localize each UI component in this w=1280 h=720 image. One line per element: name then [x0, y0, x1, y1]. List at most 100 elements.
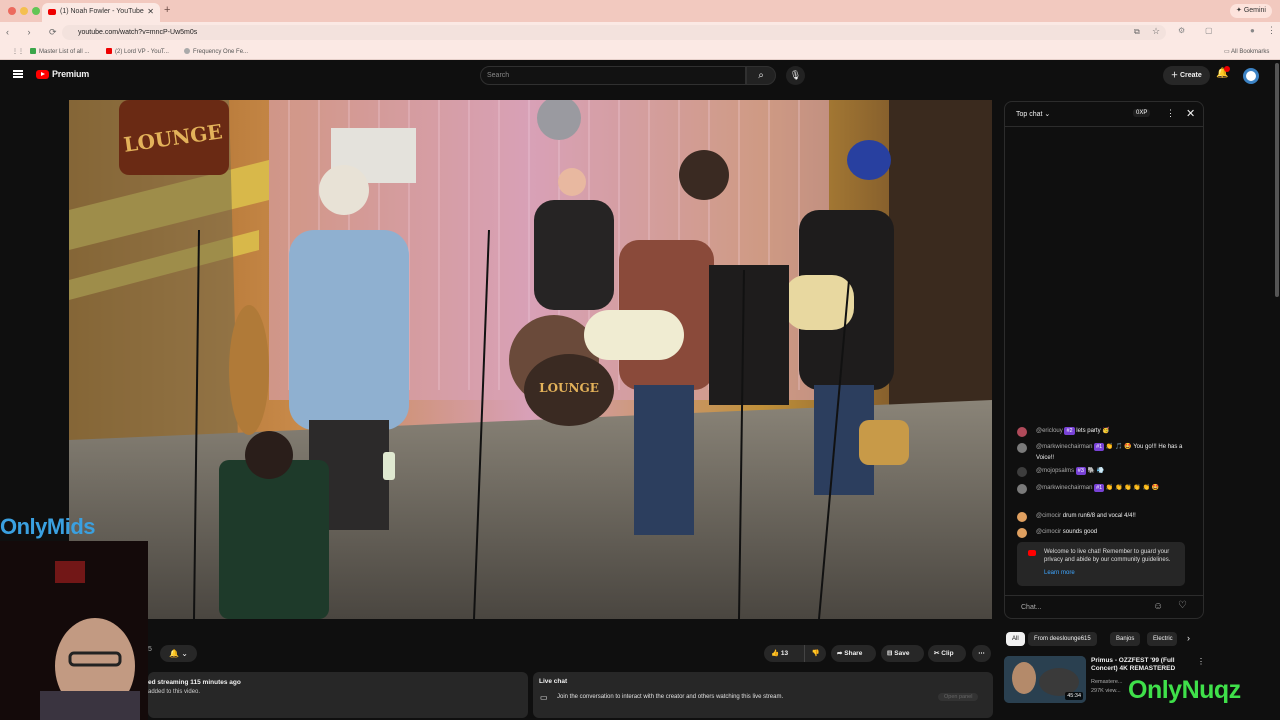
learn-more-link[interactable]: Learn more [1044, 570, 1075, 576]
microphone-icon: 🎙 [789, 70, 802, 80]
browser-menu-icon[interactable]: ⋮ [1267, 25, 1276, 36]
heart-icon[interactable]: ♡ [1178, 600, 1187, 611]
subscriber-count: 5 [148, 646, 152, 653]
all-bookmarks[interactable]: ▭ All Bookmarks [1224, 48, 1269, 55]
chip-all[interactable]: All [1006, 632, 1025, 646]
browser-tab-bar: (1) Noah Fowler - YouTube ✕ + ✦ Gemini [0, 0, 1280, 22]
notification-badge [1224, 66, 1230, 72]
chip-banjos[interactable]: Banjos [1110, 632, 1141, 646]
subscription-bell-button[interactable]: 🔔 ⌄ [160, 645, 197, 662]
share-button[interactable]: ➦ Share [831, 645, 876, 662]
chat-icon: ▭ [540, 693, 548, 702]
globe-icon [184, 48, 190, 54]
bookmark-item[interactable]: Frequency One Fe... [184, 48, 248, 55]
avatar [1017, 528, 1027, 538]
chat-message: @markwinechairman #1 👏 👏 👏 👏 👏 🤩 [1017, 483, 1197, 494]
video-player[interactable]: LOUNGE LOUNGE [69, 100, 992, 619]
recommended-thumbnail[interactable]: 45:34 [1004, 656, 1086, 703]
youtube-icon [106, 48, 112, 54]
search-button[interactable]: ⌕ [746, 66, 776, 85]
chat-input[interactable]: Chat... ☺ ♡ [1005, 595, 1203, 619]
dislike-button[interactable]: 👎 [804, 645, 826, 662]
close-window-button[interactable] [8, 7, 16, 15]
profile-icon[interactable]: ● [1250, 26, 1255, 35]
chevron-down-icon: ⌄ [181, 649, 188, 658]
apps-icon[interactable]: ⋮⋮ [12, 48, 24, 55]
chip-electric[interactable]: Electric [1147, 632, 1177, 646]
chat-message: @mojopsalms #3 🐘 💨 [1017, 466, 1197, 477]
thumbs-up-icon: 👍 [771, 650, 780, 657]
voice-search-button[interactable]: 🎙 [786, 66, 805, 85]
url-field[interactable]: youtube.com/watch?v=mncP-Uw5m0s [62, 25, 1166, 40]
save-button[interactable]: ⊟ Save [881, 645, 924, 662]
url-text: youtube.com/watch?v=mncP-Uw5m0s [78, 29, 198, 36]
like-button[interactable]: 👍 13 [764, 645, 804, 662]
avatar [1017, 467, 1027, 477]
rank-badge: #2 [1064, 427, 1075, 435]
live-chat-description: Join the conversation to interact with t… [557, 694, 784, 700]
search-input[interactable]: Search [480, 66, 746, 85]
youtube-header: Premium Search ⌕ 🎙 ＋ Create 🔔 [0, 61, 1280, 91]
sidepanel-icon[interactable]: ▢ [1205, 26, 1213, 35]
lounge-sign: LOUNGE [119, 100, 229, 175]
tab-title: (1) Noah Fowler - YouTube [60, 8, 144, 15]
video-frame: LOUNGE LOUNGE [69, 100, 992, 619]
emoji-icon[interactable]: ☺ [1153, 601, 1163, 612]
chip-from-channel[interactable]: From deeslounge615 [1028, 632, 1097, 646]
new-tab-button[interactable]: + [164, 4, 170, 16]
bell-icon: 🔔 [169, 649, 180, 658]
chat-header: Top chat ⌄ 0XP ⋮ ✕ [1005, 102, 1203, 127]
avatar [1017, 443, 1027, 453]
like-count: 13 [780, 650, 789, 657]
live-chat-card: Live chat ▭ Join the conversation to int… [533, 672, 993, 718]
chevron-down-icon: ⌄ [1044, 111, 1051, 118]
gemini-button[interactable]: ✦ Gemini [1230, 4, 1272, 18]
chat-mode-dropdown[interactable]: Top chat ⌄ [1016, 110, 1050, 118]
bookmark-icon: ⊟ [887, 650, 893, 657]
browser-tab[interactable]: (1) Noah Fowler - YouTube ✕ [42, 3, 160, 22]
avatar [1017, 484, 1027, 494]
more-options-icon[interactable]: ⋮ [1166, 108, 1175, 119]
live-chat-title: Live chat [539, 678, 568, 685]
share-icon: ➦ [837, 650, 843, 657]
minimize-window-button[interactable] [20, 7, 28, 15]
youtube-logo-icon[interactable] [36, 70, 49, 79]
chat-message: @cimocir sounds good [1017, 527, 1197, 538]
page-scrollbar[interactable] [1274, 61, 1280, 720]
bookmark-item[interactable]: Master List of all ... [30, 48, 89, 55]
bookmark-star-icon[interactable]: ☆ [1152, 26, 1160, 37]
open-panel-button[interactable]: Open panel [938, 693, 979, 701]
description-box[interactable]: ed streaming 115 minutes ago added to th… [148, 672, 528, 718]
navigation-icons[interactable]: ‹ › ⟳ [6, 27, 65, 38]
extensions-icon[interactable]: ⚙ [1178, 26, 1185, 35]
recommended-channel[interactable]: Remastere... [1091, 679, 1122, 685]
xp-badge[interactable]: 0XP [1133, 109, 1151, 117]
hamburger-menu-icon[interactable] [13, 70, 23, 78]
chevron-right-icon[interactable]: › [1187, 633, 1190, 643]
drum-logo: LOUNGE [539, 381, 599, 395]
youtube-premium-logo[interactable]: Premium [52, 69, 89, 79]
more-options-icon[interactable]: ⋮ [1197, 657, 1205, 666]
clip-button[interactable]: ✂ Clip [928, 645, 966, 662]
gemini-label: Gemini [1243, 7, 1266, 14]
stream-status: ed streaming 115 minutes ago [148, 679, 241, 686]
scissors-icon: ✂ [934, 650, 940, 657]
create-button[interactable]: ＋ Create [1163, 66, 1210, 85]
install-icon[interactable]: ⧉ [1134, 27, 1140, 37]
maximize-window-button[interactable] [32, 7, 40, 15]
scrollbar-thumb[interactable] [1275, 63, 1279, 297]
account-avatar[interactable] [1243, 68, 1259, 84]
rank-badge: #1 [1094, 484, 1105, 492]
recommended-title[interactable]: Primus - OZZFEST '99 (Full Concert) 4K R… [1091, 657, 1191, 673]
chat-welcome-notice: Welcome to live chat! Remember to guard … [1017, 542, 1185, 586]
bookmarks-bar: ⋮⋮ Master List of all ... (2) Lord VP - … [0, 42, 1280, 60]
close-icon[interactable]: ✕ [1186, 107, 1195, 120]
webcam-overlay [0, 541, 148, 720]
live-chat-panel: Top chat ⌄ 0XP ⋮ ✕ @ericlouy #2 lets par… [1004, 101, 1204, 619]
close-tab-icon[interactable]: ✕ [147, 7, 154, 16]
onlymids-overlay-logo: OnlyMids [0, 514, 96, 539]
rank-badge: #1 [1094, 443, 1105, 451]
more-actions-button[interactable]: ⋯ [972, 645, 991, 662]
thumbs-down-icon: 👎 [811, 650, 820, 657]
bookmark-item[interactable]: (2) Lord VP - YouT... [106, 48, 169, 55]
